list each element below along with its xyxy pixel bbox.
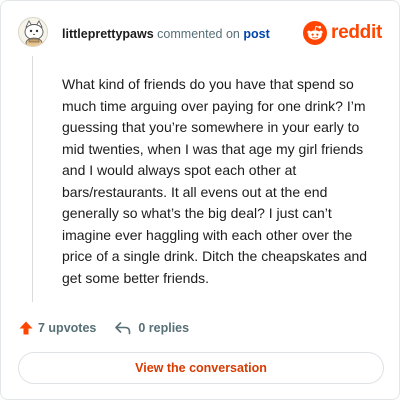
avatar[interactable] bbox=[18, 17, 48, 47]
reply-arrow-icon bbox=[115, 322, 131, 335]
avatar-illustration-icon bbox=[19, 18, 47, 46]
username-link[interactable]: littleprettypaws bbox=[62, 27, 154, 41]
reply-count: 0 replies bbox=[138, 321, 190, 335]
comment-actions: 7 upvotes 0 replies bbox=[18, 318, 189, 338]
view-conversation-button[interactable]: View the conversation bbox=[18, 352, 384, 384]
reddit-wordmark: reddit bbox=[331, 22, 382, 43]
comment-header: littleprettypaws commented on post bbox=[62, 26, 270, 42]
comment-text: What kind of friends do you have that sp… bbox=[62, 76, 368, 286]
upvote-button[interactable]: 7 upvotes bbox=[18, 320, 96, 336]
upvote-count: 7 upvotes bbox=[38, 321, 97, 335]
commented-on-text: commented on bbox=[157, 27, 240, 41]
upvote-arrow-icon bbox=[19, 321, 33, 335]
reddit-brand[interactable]: reddit bbox=[303, 21, 382, 45]
comment-card: littleprettypaws commented on post reddi… bbox=[0, 0, 400, 400]
post-link[interactable]: post bbox=[243, 27, 269, 41]
reply-button[interactable]: 0 replies bbox=[114, 320, 189, 336]
reddit-alien-icon bbox=[303, 21, 328, 45]
thread-line bbox=[32, 56, 33, 302]
